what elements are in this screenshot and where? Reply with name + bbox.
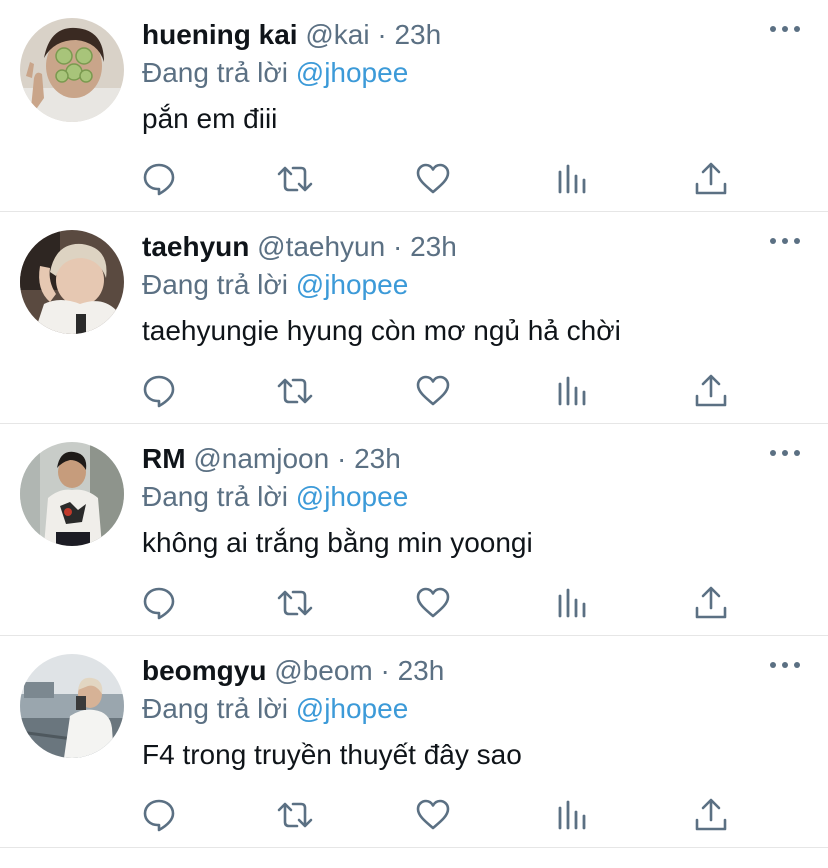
next-tweet-partial bbox=[0, 848, 828, 868]
display-name[interactable]: RM bbox=[142, 443, 186, 474]
replying-to-handle[interactable]: @jhopee bbox=[296, 693, 409, 724]
user-handle[interactable]: @kai bbox=[305, 19, 369, 50]
separator-dot: · bbox=[377, 19, 387, 50]
avatar[interactable] bbox=[20, 442, 124, 546]
tweet-header: beomgyu @beom · 23h bbox=[142, 652, 808, 690]
tweet-header: taehyun @taehyun · 23h bbox=[142, 228, 808, 266]
timestamp[interactable]: 23h bbox=[398, 655, 445, 686]
tweet-text: pắn em điii bbox=[142, 103, 278, 134]
separator-dot: · bbox=[393, 231, 403, 262]
tweet-text: F4 trong truyền thuyết đây sao bbox=[142, 739, 522, 770]
tweet-content: huening kai @kai · 23h Đang trả lời @jho… bbox=[142, 16, 808, 138]
tweet-actions bbox=[140, 160, 740, 200]
replying-to: Đang trả lời @jhopee bbox=[142, 478, 808, 516]
replying-to-label: Đang trả lời bbox=[142, 269, 288, 300]
replying-to-label: Đang trả lời bbox=[142, 693, 288, 724]
replying-to: Đang trả lời @jhopee bbox=[142, 54, 808, 92]
more-icon[interactable] bbox=[770, 234, 800, 248]
replying-to: Đang trả lời @jhopee bbox=[142, 266, 808, 304]
tweet-actions bbox=[140, 584, 740, 624]
retweet-icon[interactable] bbox=[276, 372, 314, 410]
user-handle[interactable]: @beom bbox=[274, 655, 372, 686]
heart-icon[interactable] bbox=[414, 372, 452, 410]
reply-icon[interactable] bbox=[140, 584, 178, 622]
replying-to-label: Đang trả lời bbox=[142, 481, 288, 512]
user-handle[interactable]: @taehyun bbox=[257, 231, 385, 262]
user-handle[interactable]: @namjoon bbox=[193, 443, 329, 474]
tweet-header: huening kai @kai · 23h bbox=[142, 16, 808, 54]
bar-chart-icon[interactable] bbox=[552, 372, 590, 410]
replying-to-handle[interactable]: @jhopee bbox=[296, 269, 409, 300]
reply-icon[interactable] bbox=[140, 796, 178, 834]
avatar[interactable] bbox=[20, 230, 124, 334]
retweet-icon[interactable] bbox=[276, 584, 314, 622]
reply-feed: huening kai @kai · 23h Đang trả lời @jho… bbox=[0, 0, 828, 868]
more-icon[interactable] bbox=[770, 658, 800, 672]
replying-to-handle[interactable]: @jhopee bbox=[296, 57, 409, 88]
avatar[interactable] bbox=[20, 18, 124, 122]
bar-chart-icon[interactable] bbox=[552, 796, 590, 834]
tweet-content: taehyun @taehyun · 23h Đang trả lời @jho… bbox=[142, 228, 808, 350]
heart-icon[interactable] bbox=[414, 584, 452, 622]
tweet-item[interactable]: huening kai @kai · 23h Đang trả lời @jho… bbox=[0, 0, 828, 212]
share-icon[interactable] bbox=[692, 796, 730, 834]
bar-chart-icon[interactable] bbox=[552, 160, 590, 198]
replying-to-label: Đang trả lời bbox=[142, 57, 288, 88]
display-name[interactable]: huening kai bbox=[142, 19, 298, 50]
retweet-icon[interactable] bbox=[276, 796, 314, 834]
display-name[interactable]: beomgyu bbox=[142, 655, 266, 686]
share-icon[interactable] bbox=[692, 372, 730, 410]
share-icon[interactable] bbox=[692, 160, 730, 198]
replying-to-handle[interactable]: @jhopee bbox=[296, 481, 409, 512]
timestamp[interactable]: 23h bbox=[394, 19, 441, 50]
heart-icon[interactable] bbox=[414, 796, 452, 834]
tweet-content: RM @namjoon · 23h Đang trả lời @jhopee k… bbox=[142, 440, 808, 562]
bar-chart-icon[interactable] bbox=[552, 584, 590, 622]
share-icon[interactable] bbox=[692, 584, 730, 622]
tweet-text: taehyungie hyung còn mơ ngủ hả chời bbox=[142, 315, 621, 346]
separator-dot: · bbox=[380, 655, 390, 686]
retweet-icon[interactable] bbox=[276, 160, 314, 198]
display-name[interactable]: taehyun bbox=[142, 231, 249, 262]
reply-icon[interactable] bbox=[140, 372, 178, 410]
tweet-actions bbox=[140, 372, 740, 412]
reply-icon[interactable] bbox=[140, 160, 178, 198]
tweet-item[interactable]: RM @namjoon · 23h Đang trả lời @jhopee k… bbox=[0, 424, 828, 636]
timestamp[interactable]: 23h bbox=[354, 443, 401, 474]
tweet-content: beomgyu @beom · 23h Đang trả lời @jhopee… bbox=[142, 652, 808, 774]
heart-icon[interactable] bbox=[414, 160, 452, 198]
replying-to: Đang trả lời @jhopee bbox=[142, 690, 808, 728]
tweet-item[interactable]: taehyun @taehyun · 23h Đang trả lời @jho… bbox=[0, 212, 828, 424]
more-icon[interactable] bbox=[770, 446, 800, 460]
tweet-actions bbox=[140, 796, 740, 836]
tweet-header: RM @namjoon · 23h bbox=[142, 440, 808, 478]
tweet-text: không ai trắng bằng min yoongi bbox=[142, 527, 533, 558]
timestamp[interactable]: 23h bbox=[410, 231, 457, 262]
separator-dot: · bbox=[336, 443, 347, 474]
avatar[interactable] bbox=[20, 654, 124, 758]
tweet-item[interactable]: beomgyu @beom · 23h Đang trả lời @jhopee… bbox=[0, 636, 828, 848]
more-icon[interactable] bbox=[770, 22, 800, 36]
